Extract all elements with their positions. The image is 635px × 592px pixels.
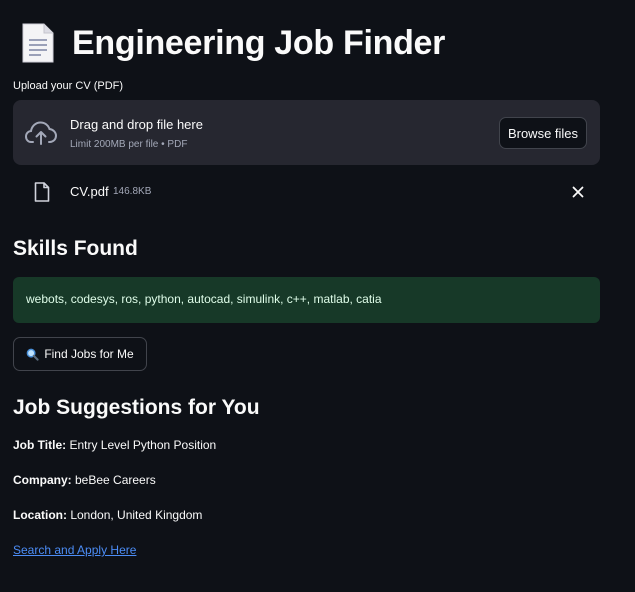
magnifier-icon (26, 348, 39, 361)
close-icon[interactable] (570, 184, 586, 200)
file-icon (34, 182, 50, 202)
page-document-icon (22, 23, 54, 63)
location-label: Location: (13, 508, 67, 522)
company-label: Company: (13, 473, 72, 487)
location-value: London, United Kingdom (67, 508, 203, 522)
skills-heading: Skills Found (13, 237, 138, 260)
dropzone-subtitle: Limit 200MB per file • PDF (70, 139, 188, 150)
app-page: Engineering Job Finder Upload your CV (P… (0, 0, 635, 592)
find-jobs-button[interactable]: Find Jobs for Me (13, 337, 147, 371)
job-title-value: Entry Level Python Position (66, 438, 217, 452)
search-apply-link[interactable]: Search and Apply Here (13, 543, 136, 557)
skills-success-box: webots, codesys, ros, python, autocad, s… (13, 277, 600, 323)
company-line: Company: beBee Careers (13, 473, 156, 487)
cloud-upload-icon (25, 121, 57, 145)
find-jobs-label: Find Jobs for Me (44, 347, 134, 361)
skills-list: webots, codesys, ros, python, autocad, s… (26, 292, 382, 306)
company-value: beBee Careers (71, 473, 156, 487)
dropzone-title: Drag and drop file here (70, 117, 203, 132)
header: Engineering Job Finder (20, 20, 445, 66)
job-suggestions-heading: Job Suggestions for You (13, 396, 260, 419)
page-title: Engineering Job Finder (72, 23, 446, 62)
job-title-label: Job Title: (13, 438, 67, 452)
uploaded-file-size: 146.8KB (113, 186, 152, 197)
job-title-line: Job Title: Entry Level Python Position (13, 438, 216, 452)
uploaded-file-name: CV.pdf (70, 184, 109, 199)
location-line: Location: London, United Kingdom (13, 508, 202, 522)
file-dropzone[interactable]: Drag and drop file here Limit 200MB per … (13, 100, 600, 165)
browse-files-button[interactable]: Browse files (499, 117, 587, 149)
uploaded-file-row: CV.pdf 146.8KB (13, 175, 600, 211)
upload-label: Upload your CV (PDF) (13, 80, 124, 92)
